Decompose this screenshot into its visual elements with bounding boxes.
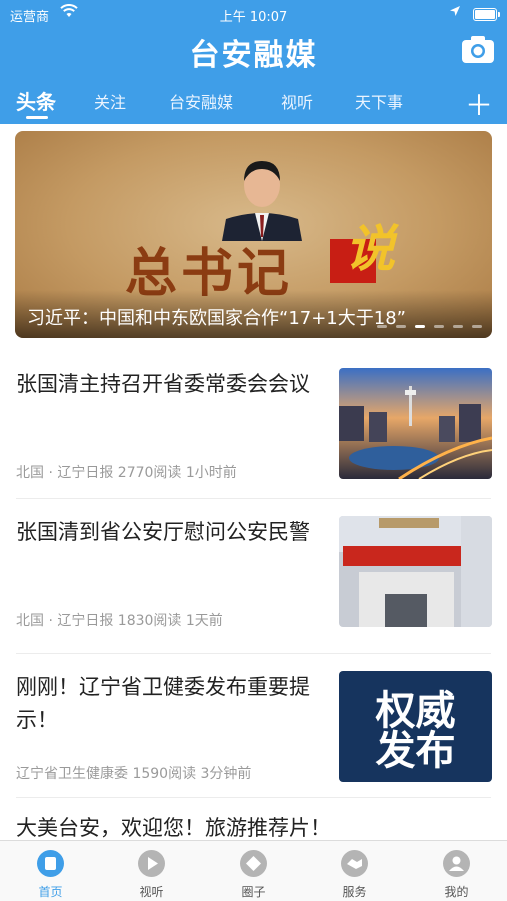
play-icon xyxy=(138,850,165,877)
banner-carousel[interactable]: 总书记 说 习近平：中国和中东欧国家合作“17+1大于18” xyxy=(15,131,492,338)
tabbar-label: 我的 xyxy=(444,885,469,899)
camera-icon[interactable] xyxy=(461,34,495,64)
tab-headlines[interactable]: 头条 xyxy=(16,86,56,115)
tab-world[interactable]: 天下事 xyxy=(355,89,403,113)
tab-av[interactable]: 视听 xyxy=(281,89,313,113)
carousel-dot xyxy=(472,325,482,328)
tabbar-service[interactable]: 服务 xyxy=(304,841,405,901)
battery-icon xyxy=(473,8,500,21)
news-thumbnail xyxy=(339,516,492,627)
add-channel-icon[interactable]: ＋ xyxy=(465,84,493,124)
banner-caption: 习近平：中国和中东欧国家合作“17+1大于18” xyxy=(27,308,406,329)
divider xyxy=(16,797,491,798)
news-title: 张国清主持召开省委常委会会议 xyxy=(16,372,310,396)
status-time: 上午 10:07 xyxy=(219,10,288,25)
news-title: 刚刚！辽宁省卫健委发布重要提示！ xyxy=(16,675,310,732)
tab-follow[interactable]: 关注 xyxy=(94,89,126,113)
tabbar-label: 服务 xyxy=(342,885,367,899)
tab-taian-media[interactable]: 台安融媒 xyxy=(169,89,233,113)
bottom-tab-bar: 首页 视听 圈子 服务 我的 xyxy=(0,840,507,901)
news-meta: 北国 · 辽宁日报 2770阅读 1小时前 xyxy=(16,465,237,481)
channel-tabs: 头条 关注 台安融媒 视听 天下事 ＋ xyxy=(0,84,507,124)
tabbar-label: 首页 xyxy=(38,885,63,899)
carousel-dot xyxy=(433,325,444,328)
tabbar-label: 视听 xyxy=(139,885,164,899)
carousel-indicator xyxy=(373,313,482,332)
news-meta: 北国 · 辽宁日报 1830阅读 1天前 xyxy=(16,613,223,629)
divider xyxy=(16,653,491,654)
user-icon xyxy=(443,850,470,877)
app-header: 运营商 上午 10:07 台安融媒 头条 关注 台安融媒 视听 天下事 ＋ xyxy=(0,0,507,124)
news-thumbnail xyxy=(339,368,492,479)
news-thumbnail: 权威 发布 xyxy=(339,671,492,782)
news-meta: 辽宁省卫生健康委 1590阅读 3分钟前 xyxy=(16,766,252,782)
tabbar-home[interactable]: 首页 xyxy=(0,841,101,901)
thumb-text-bottom: 发布 xyxy=(375,727,456,774)
tabbar-circle[interactable]: 圈子 xyxy=(203,841,304,901)
carousel-dot xyxy=(395,325,406,328)
status-bar: 运营商 上午 10:07 xyxy=(0,0,507,28)
banner-art-accent: 说 xyxy=(345,219,395,278)
app-logo: 台安融媒 xyxy=(189,38,318,73)
carousel-dot xyxy=(376,325,387,328)
location-arrow-icon xyxy=(449,5,461,21)
home-icon xyxy=(37,850,64,877)
divider xyxy=(16,498,491,499)
tabbar-me[interactable]: 我的 xyxy=(406,841,507,901)
tabbar-label: 圈子 xyxy=(241,885,266,899)
active-tab-indicator xyxy=(26,116,48,119)
handshake-icon xyxy=(341,850,368,877)
carousel-dot xyxy=(452,325,463,328)
carousel-dot-active xyxy=(414,325,425,328)
tabbar-av[interactable]: 视听 xyxy=(101,841,202,901)
portrait-image xyxy=(222,161,302,241)
circle-icon xyxy=(240,850,267,877)
news-title: 张国清到省公安厅慰问公安民警 xyxy=(16,520,310,544)
